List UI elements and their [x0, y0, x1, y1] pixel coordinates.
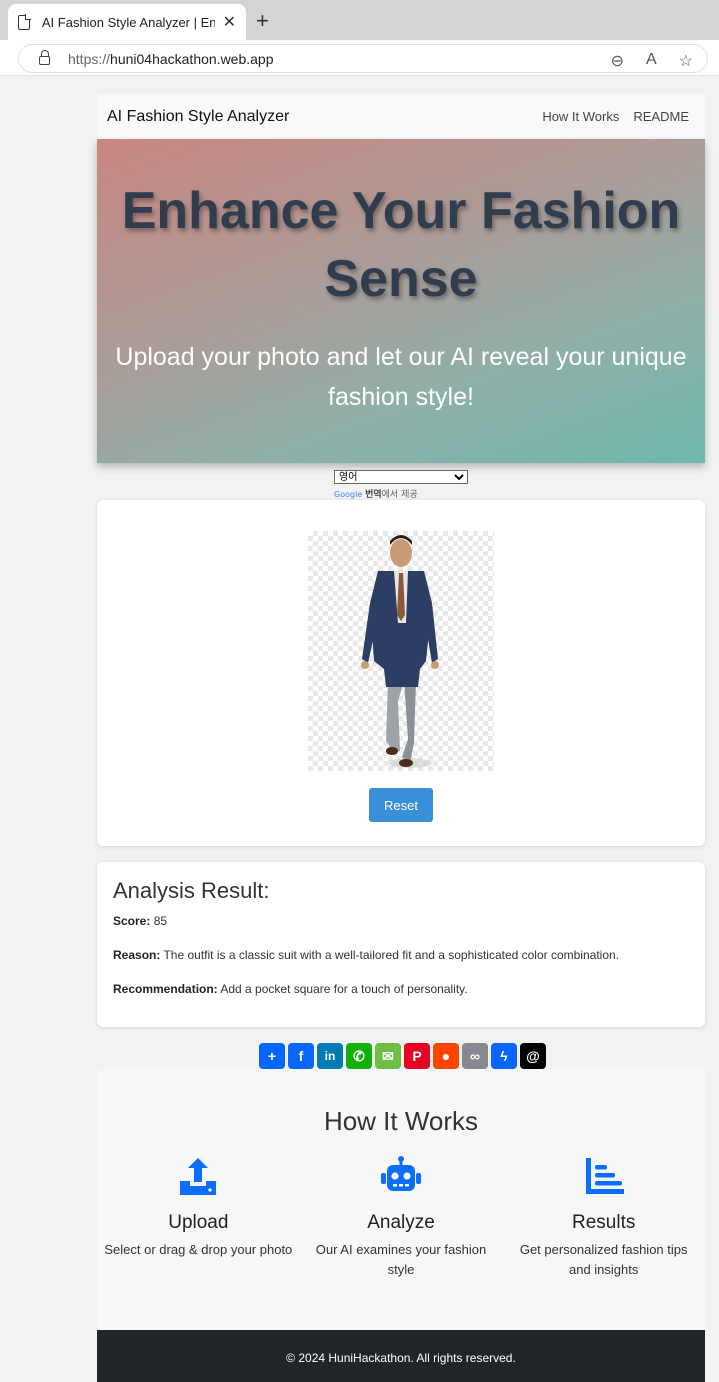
result-heading: Analysis Result:	[113, 878, 270, 903]
url-text[interactable]: https://huni04hackathon.web.app	[68, 51, 274, 67]
step-upload: Upload Select or drag & drop your photo	[97, 1155, 300, 1280]
step-text: Select or drag & drop your photo	[104, 1242, 293, 1257]
addtoany-icon[interactable]: +	[259, 1043, 285, 1069]
person-in-suit-image	[361, 535, 439, 768]
powered-by-google: Google 번역에서 제공	[334, 490, 418, 500]
reddit-icon[interactable]: ●	[433, 1043, 459, 1069]
share-buttons: + f in ✆ ✉ P ● ∞ ϟ @	[259, 1043, 546, 1069]
site-footer: © 2024 HuniHackathon. All rights reserve…	[97, 1330, 705, 1382]
step-title: Analyze	[367, 1212, 435, 1233]
favorite-star-icon[interactable]: ☆	[679, 51, 693, 71]
language-select[interactable]: 영어	[334, 470, 468, 484]
threads-icon[interactable]: @	[520, 1043, 546, 1069]
browser-tab[interactable]: AI Fashion Style Analyzer | Enhance Your…	[8, 4, 246, 40]
tab-title: AI Fashion Style Analyzer | Enhance Your…	[41, 14, 215, 30]
google-translate-widget: 영어 Google 번역에서 제공	[334, 467, 468, 500]
brand-link[interactable]: AI Fashion Style Analyzer	[107, 108, 289, 126]
whatsapp-icon[interactable]: ✆	[346, 1043, 372, 1069]
analysis-result-card: Analysis Result: Score: 85 Reason: The o…	[97, 862, 705, 1027]
address-bar: https://huni04hackathon.web.app ⊖ A ☆	[0, 40, 719, 76]
copy-link-icon[interactable]: ∞	[462, 1043, 488, 1069]
step-results: Results Get personalized fashion tips an…	[502, 1155, 705, 1280]
chart-icon	[585, 1158, 624, 1194]
copyright-text: © 2024 HuniHackathon. All rights reserve…	[286, 1351, 516, 1365]
reason-value: The outfit is a classic suit with a well…	[163, 948, 620, 962]
browser-tab-bar: AI Fashion Style Analyzer | Enhance Your…	[0, 0, 719, 40]
robot-icon	[381, 1156, 421, 1191]
score-line: Score: 85	[113, 914, 168, 928]
document-icon	[18, 13, 31, 30]
recommendation-value: Add a pocket square for a touch of perso…	[220, 982, 468, 996]
lock-icon[interactable]	[39, 50, 50, 65]
step-analyze: Analyze Our AI examines your fashion sty…	[300, 1155, 503, 1280]
reason-line: Reason: The outfit is a classic suit wit…	[113, 948, 620, 962]
how-it-works-heading: How It Works	[323, 1106, 479, 1136]
close-tab-icon[interactable]: ✕	[223, 12, 236, 32]
sms-icon[interactable]: ✉	[375, 1043, 401, 1069]
uploaded-photo	[308, 531, 494, 771]
upload-card: Reset	[97, 500, 705, 846]
recommendation-line: Recommendation: Add a pocket square for …	[113, 982, 468, 996]
translate-link[interactable]: 번역	[365, 490, 382, 500]
new-tab-icon[interactable]: +	[256, 8, 269, 34]
hero-title: Enhance Your Fashion Sense	[121, 182, 681, 308]
read-aloud-icon[interactable]: A	[646, 51, 657, 71]
score-value: 85	[153, 914, 168, 928]
linkedin-icon[interactable]: in	[317, 1043, 343, 1069]
hero-banner: Enhance Your Fashion Sense Upload your p…	[97, 139, 705, 463]
step-text: Our AI examines your fashion style	[315, 1242, 487, 1277]
url-field[interactable]: https://huni04hackathon.web.app ⊖ A ☆	[18, 44, 708, 73]
zoom-icon[interactable]: ⊖	[611, 51, 624, 71]
pinterest-icon[interactable]: P	[404, 1043, 430, 1069]
site-navbar: AI Fashion Style Analyzer How It Works R…	[97, 94, 705, 139]
upload-icon	[180, 1158, 217, 1195]
how-it-works-section: How It Works Upload Select or drag & dro…	[97, 1069, 705, 1330]
step-title: Upload	[168, 1212, 229, 1233]
nav-link-how-it-works[interactable]: How It Works	[542, 109, 619, 124]
facebook-icon[interactable]: f	[288, 1043, 314, 1069]
step-title: Results	[572, 1212, 636, 1233]
hero-subtitle: Upload your photo and let our AI reveal …	[115, 343, 687, 411]
step-text: Get personalized fashion tips and insigh…	[519, 1242, 688, 1277]
messenger-icon[interactable]: ϟ	[491, 1043, 517, 1069]
nav-link-readme[interactable]: README	[633, 109, 689, 124]
reset-button[interactable]: Reset	[369, 788, 433, 822]
